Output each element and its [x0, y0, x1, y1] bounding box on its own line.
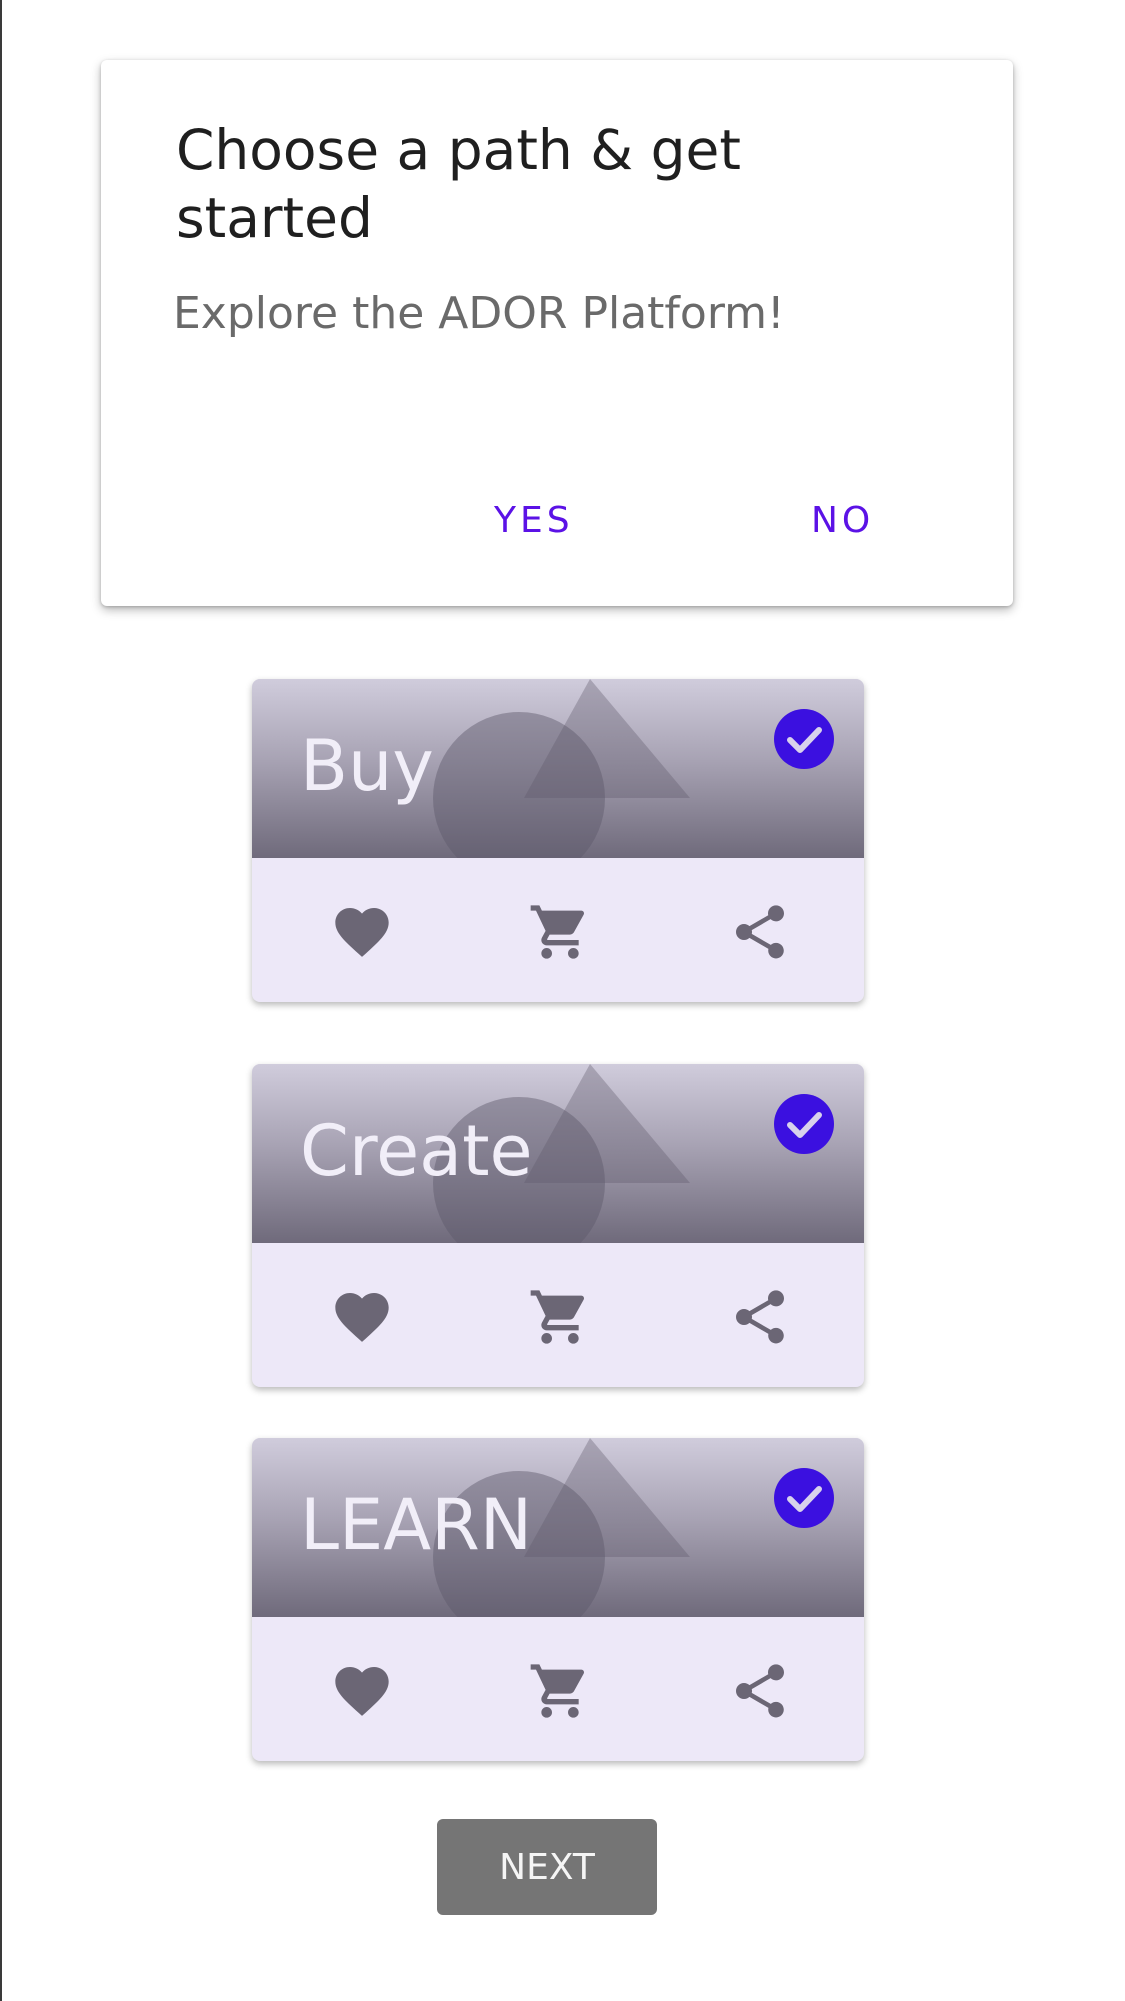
- path-card-create[interactable]: Create: [252, 1064, 864, 1387]
- card-media: LEARN: [252, 1438, 864, 1617]
- yes-button[interactable]: YES: [494, 500, 574, 541]
- card-title: LEARN: [300, 1484, 533, 1566]
- cart-icon[interactable]: [528, 1285, 592, 1349]
- heart-icon[interactable]: [330, 900, 394, 964]
- share-icon[interactable]: [728, 1659, 792, 1723]
- card-actions: [252, 1617, 864, 1761]
- check-circle-icon[interactable]: [774, 1468, 834, 1528]
- screen-edge: [0, 0, 2, 2001]
- cart-icon[interactable]: [528, 900, 592, 964]
- card-title: Create: [300, 1110, 533, 1192]
- no-button[interactable]: NO: [811, 500, 874, 541]
- card-actions: [252, 858, 864, 1002]
- check-circle-icon[interactable]: [774, 1094, 834, 1154]
- card-actions: [252, 1243, 864, 1387]
- next-button[interactable]: NEXT: [437, 1819, 657, 1915]
- path-card-buy[interactable]: Buy: [252, 679, 864, 1002]
- share-icon[interactable]: [728, 1285, 792, 1349]
- card-media: Create: [252, 1064, 864, 1243]
- check-circle-icon[interactable]: [774, 709, 834, 769]
- heart-icon[interactable]: [330, 1659, 394, 1723]
- path-card-learn[interactable]: LEARN: [252, 1438, 864, 1761]
- dialog-body: Explore the ADOR Platform!: [173, 288, 785, 339]
- card-title: Buy: [300, 725, 434, 807]
- share-icon[interactable]: [728, 900, 792, 964]
- dialog-title: Choose a path & get started: [176, 118, 741, 250]
- cart-icon[interactable]: [528, 1659, 592, 1723]
- dialog: Choose a path & get started Explore the …: [101, 60, 1013, 606]
- heart-icon[interactable]: [330, 1285, 394, 1349]
- card-media: Buy: [252, 679, 864, 858]
